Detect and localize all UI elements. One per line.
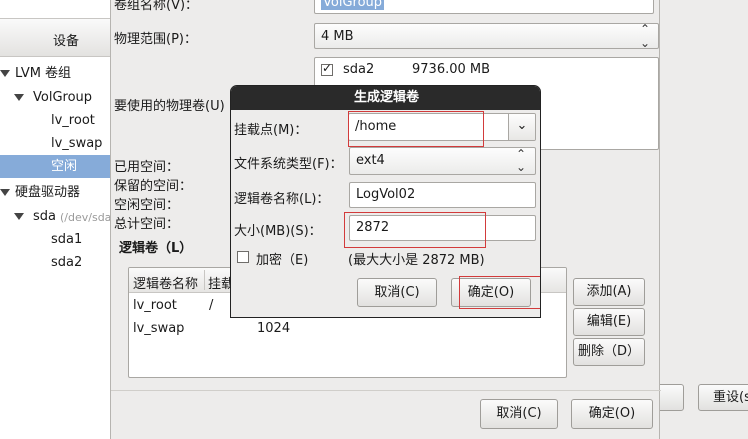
tree-item-label: 空闲: [51, 159, 78, 174]
device-column-header[interactable]: 设备: [0, 18, 110, 57]
lv-name-value: LogVol02: [356, 187, 416, 202]
column-divider: [204, 270, 205, 290]
tree-item-sda[interactable]: sda (/dev/sda: [0, 205, 110, 228]
lv-section-title: 逻辑卷（L）: [119, 241, 193, 256]
tree-item-label: 硬盘驱动器: [15, 185, 81, 200]
tree-item-sda2[interactable]: sda2: [0, 251, 110, 274]
tree-item-sda1[interactable]: sda1: [0, 228, 110, 251]
delete-lv-button[interactable]: 删除（D）: [573, 338, 645, 366]
tree-item-lv-root[interactable]: lv_root: [0, 109, 110, 132]
max-size-note: (最大大小是 2872 MB): [348, 253, 485, 268]
reserved-space-label: 保留的空间：: [114, 179, 193, 194]
tree-item-hard-drives[interactable]: 硬盘驱动器: [0, 181, 110, 204]
checkmark-icon: ✓: [322, 61, 333, 75]
pe-combo[interactable]: 4 MB ⌃ ⌄: [314, 23, 659, 49]
tree-item-label: sda1: [51, 232, 83, 247]
editor-cancel-button[interactable]: 取消(C): [480, 399, 558, 429]
divider: [111, 390, 661, 391]
add-lv-button[interactable]: 添加(A): [573, 278, 645, 306]
tree-item-lvm-group[interactable]: LVM 卷组: [0, 62, 110, 85]
expander-icon[interactable]: [14, 94, 24, 101]
pe-value: 4 MB: [321, 29, 354, 44]
pv-sda2-checkbox[interactable]: ✓: [321, 61, 333, 76]
vg-name-field[interactable]: VolGroup: [314, 0, 654, 14]
vg-name-value: VolGroup: [321, 0, 385, 10]
vg-name-label: 卷组名称(V)：: [114, 0, 199, 13]
pv-name: sda2: [343, 62, 375, 77]
lv-row-size: 1024: [257, 321, 291, 336]
highlight-box: [344, 212, 486, 248]
chevron-up-down-icon: ⌃ ⌄: [516, 147, 527, 174]
edit-lv-button[interactable]: 编辑(E): [573, 308, 645, 336]
device-header-label: 设备: [53, 34, 80, 49]
modal-cancel-button[interactable]: 取消(C): [357, 278, 437, 307]
expander-icon[interactable]: [0, 70, 10, 77]
highlight-box: [348, 111, 484, 147]
highlight-box: [459, 276, 540, 309]
lv-column-name[interactable]: 逻辑卷名称: [133, 273, 198, 292]
total-space-label: 总计空间：: [114, 217, 180, 232]
lv-name-field[interactable]: LogVol02: [349, 182, 536, 208]
used-space-label: 已用空间：: [114, 160, 180, 175]
editor-ok-button[interactable]: 确定(O): [571, 399, 653, 429]
device-tree-panel: 设备 LVM 卷组 VolGroup lv_root lv_swap 空闲 硬盘…: [0, 0, 110, 439]
lv-row-name: lv_root: [133, 298, 177, 313]
make-logical-volume-dialog: 生成逻辑卷 挂载点(M)： /home ⌄ 文件系统类型(F)： ext4 ⌃ ⌄…: [230, 85, 541, 318]
fs-type-value: ext4: [356, 153, 385, 168]
pv-label: 要使用的物理卷(U): [114, 99, 225, 114]
mount-point-dropdown-button[interactable]: ⌄: [508, 114, 535, 140]
tree-item-label: VolGroup: [33, 90, 93, 105]
encrypt-label: 加密（E): [256, 253, 309, 268]
size-label: 大小(MB)(S)：: [234, 224, 322, 239]
fs-type-combo[interactable]: ext4 ⌃ ⌄: [349, 147, 536, 175]
tree-item-sublabel: (/dev/sda: [60, 211, 110, 224]
lv-row-name: lv_swap: [133, 321, 185, 336]
mount-point-label: 挂载点(M)：: [234, 123, 308, 138]
tree-item-label: lv_swap: [51, 136, 103, 151]
tree-item-label: sda2: [51, 255, 83, 270]
dialog-title: 生成逻辑卷: [231, 86, 540, 110]
tree-item-label: LVM 卷组: [15, 66, 72, 81]
table-row[interactable]: lv_swap 1024: [129, 317, 566, 340]
pv-size: 9736.00 MB: [412, 62, 491, 77]
free-space-label: 空闲空间：: [114, 198, 180, 213]
lv-row-mount: /: [209, 298, 214, 313]
encrypt-checkbox[interactable]: [237, 251, 249, 263]
reset-button[interactable]: 重设(s: [698, 384, 748, 411]
fs-type-label: 文件系统类型(F)：: [234, 157, 343, 172]
tree-item-label: lv_root: [51, 113, 95, 128]
chevron-up-down-icon: ⌃ ⌄: [640, 23, 651, 49]
expander-icon[interactable]: [0, 189, 10, 196]
tree-item-free[interactable]: 空闲: [0, 155, 110, 178]
tree-item-volgroup[interactable]: VolGroup: [0, 86, 110, 109]
chevron-down-icon: ⌄: [516, 118, 528, 133]
pe-label: 物理范围(P)：: [114, 32, 197, 47]
tree-item-label: sda: [33, 209, 56, 224]
tree-item-lv-swap[interactable]: lv_swap: [0, 132, 110, 155]
expander-icon[interactable]: [14, 213, 24, 220]
lv-name-label: 逻辑卷名称(L)：: [234, 192, 330, 207]
